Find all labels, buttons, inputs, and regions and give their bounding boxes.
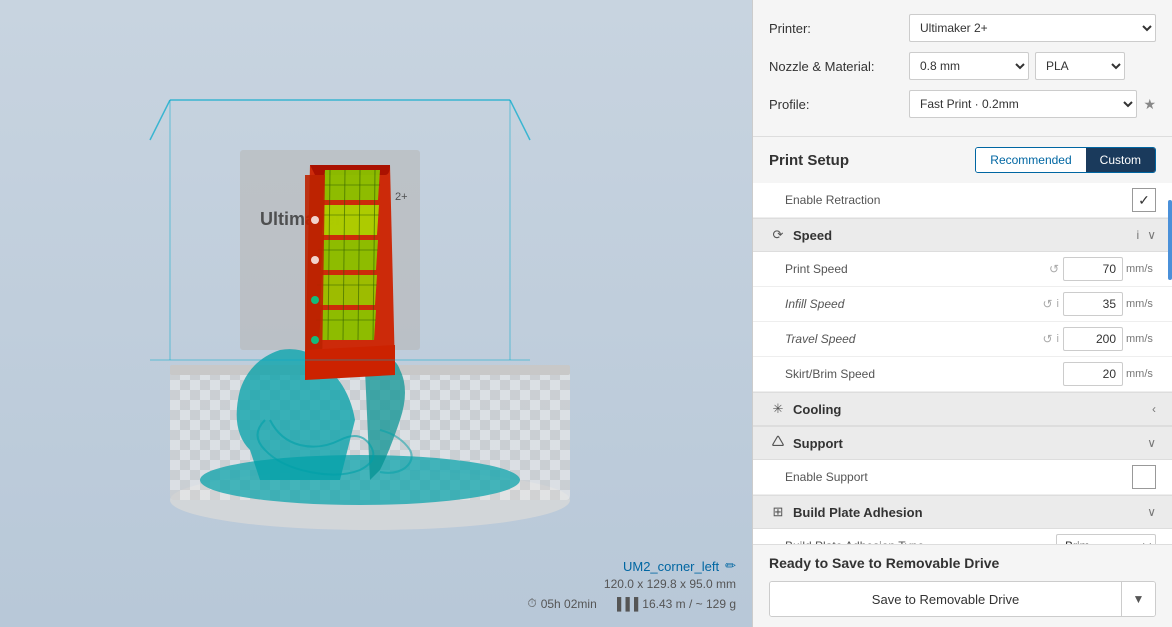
infill-speed-input[interactable] <box>1063 292 1123 316</box>
build-plate-section-header[interactable]: ⊞ Build Plate Adhesion ∨ <box>753 495 1172 529</box>
speed-section-header[interactable]: ⟳ Speed i ∨ <box>753 218 1172 252</box>
travel-speed-input[interactable] <box>1063 327 1123 351</box>
bottom-bar: Ready to Save to Removable Drive Save to… <box>753 544 1172 627</box>
tab-recommended[interactable]: Recommended <box>976 148 1085 172</box>
skirt-brim-speed-value-wrapper: mm/s <box>1063 362 1156 386</box>
print-speed-unit: mm/s <box>1126 263 1156 275</box>
infill-speed-reset-icon[interactable]: ↺ <box>1042 298 1052 310</box>
speed-expand-icon[interactable]: ∨ <box>1147 228 1156 242</box>
cooling-section-actions: ‹ <box>1152 402 1156 416</box>
file-dimensions: 120.0 x 129.8 x 95.0 mm <box>527 577 736 591</box>
nozzle-select[interactable]: 0.8 mm <box>909 52 1029 80</box>
print-time-stat: ⏱ 05h 02min <box>527 596 596 611</box>
print-setup-header: Print Setup Recommended Custom <box>753 137 1172 183</box>
skirt-brim-speed-input[interactable] <box>1063 362 1123 386</box>
tab-group: Recommended Custom <box>975 147 1156 173</box>
skirt-brim-speed-row: Skirt/Brim Speed mm/s <box>753 357 1172 392</box>
profile-label: Profile: <box>769 97 909 112</box>
right-panel: Printer: Ultimaker 2+ Nozzle & Material:… <box>752 0 1172 627</box>
ready-title: Ready to Save to Removable Drive <box>769 555 1156 571</box>
infill-speed-value-wrapper: mm/s <box>1063 292 1156 316</box>
print-speed-row: Print Speed ↺ mm/s <box>753 252 1172 287</box>
print-time-value: 05h 02min <box>541 597 597 611</box>
speed-info-icon[interactable]: i <box>1137 228 1140 242</box>
build-plate-type-select[interactable]: Brim None Skirt Raft <box>1056 534 1156 544</box>
travel-speed-info-icon[interactable]: i <box>1057 333 1059 345</box>
build-plate-icon: ⊞ <box>769 503 787 521</box>
enable-retraction-row: Enable Retraction <box>753 183 1172 218</box>
travel-speed-actions: ↺ i <box>1042 333 1059 345</box>
settings-scroll-area[interactable]: Enable Retraction ⟳ Speed i ∨ Print Spee… <box>753 183 1172 544</box>
file-name-label: UM2_corner_left <box>623 559 719 574</box>
infill-speed-label: Infill Speed <box>785 297 1042 311</box>
profile-row: Profile: Fast Print · 0.2mm ★ <box>769 90 1156 118</box>
support-section-actions: ∨ <box>1147 436 1156 450</box>
infill-speed-row: Infill Speed ↺ i mm/s <box>753 287 1172 322</box>
support-expand-icon[interactable]: ∨ <box>1147 436 1156 450</box>
printer-select[interactable]: Ultimaker 2+ <box>909 14 1156 42</box>
build-plate-section-actions: ∨ <box>1147 505 1156 519</box>
build-plate-section-title: Build Plate Adhesion <box>793 505 1147 520</box>
nozzle-material-row: Nozzle & Material: 0.8 mm PLA <box>769 52 1156 80</box>
travel-speed-label: Travel Speed <box>785 332 1042 346</box>
travel-speed-reset-icon[interactable]: ↺ <box>1042 333 1052 345</box>
speed-icon: ⟳ <box>769 226 787 244</box>
print-speed-input[interactable] <box>1063 257 1123 281</box>
cooling-icon: ✳ <box>769 400 787 418</box>
tab-custom[interactable]: Custom <box>1086 148 1155 172</box>
filament-icon: ▐▐▐ <box>613 597 639 611</box>
clock-icon: ⏱ <box>527 596 536 611</box>
enable-support-label: Enable Support <box>785 470 1132 484</box>
infill-speed-info-icon[interactable]: i <box>1057 298 1059 310</box>
cooling-section-title: Cooling <box>793 402 1152 417</box>
save-btn-dropdown[interactable]: ▼ <box>1121 582 1155 616</box>
enable-retraction-checkbox[interactable] <box>1132 188 1156 212</box>
save-btn-wrapper: Save to Removable Drive ▼ <box>769 581 1156 617</box>
nozzle-material-label: Nozzle & Material: <box>769 59 909 74</box>
support-icon: 🛆 <box>769 434 787 452</box>
print-speed-reset-icon[interactable]: ↺ <box>1049 263 1059 275</box>
file-stats: ⏱ 05h 02min ▐▐▐ 16.43 m / ~ 129 g <box>527 596 736 611</box>
edit-icon[interactable]: ✏ <box>725 558 736 574</box>
star-icon: ★ <box>1143 96 1156 113</box>
printer-settings-section: Printer: Ultimaker 2+ Nozzle & Material:… <box>753 0 1172 137</box>
build-plate-expand-icon[interactable]: ∨ <box>1147 505 1156 519</box>
skirt-brim-speed-label: Skirt/Brim Speed <box>785 367 1059 381</box>
enable-retraction-label: Enable Retraction <box>785 193 1132 207</box>
infill-speed-unit: mm/s <box>1126 298 1156 310</box>
cooling-collapse-icon[interactable]: ‹ <box>1152 402 1156 416</box>
print-speed-actions: ↺ <box>1049 263 1059 275</box>
chevron-down-icon: ▼ <box>1133 592 1145 606</box>
filament-stat: ▐▐▐ 16.43 m / ~ 129 g <box>613 597 736 611</box>
3d-viewport[interactable]: Ultimaker 2+ <box>0 0 752 627</box>
printer-row: Printer: Ultimaker 2+ <box>769 14 1156 42</box>
print-speed-label: Print Speed <box>785 262 1049 276</box>
travel-speed-value-wrapper: mm/s <box>1063 327 1156 351</box>
support-section-title: Support <box>793 436 1147 451</box>
build-plate-type-row: Build Plate Adhesion Type Brim None Skir… <box>753 529 1172 544</box>
travel-speed-unit: mm/s <box>1126 333 1156 345</box>
material-select[interactable]: PLA <box>1035 52 1125 80</box>
enable-support-checkbox[interactable] <box>1132 465 1156 489</box>
print-setup-title: Print Setup <box>769 152 849 169</box>
file-info-panel: UM2_corner_left ✏ 120.0 x 129.8 x 95.0 m… <box>527 558 736 611</box>
infill-speed-actions: ↺ i <box>1042 298 1059 310</box>
printer-label: Printer: <box>769 21 909 36</box>
skirt-brim-speed-unit: mm/s <box>1126 368 1156 380</box>
cooling-section-header[interactable]: ✳ Cooling ‹ <box>753 392 1172 426</box>
svg-text:2+: 2+ <box>395 191 408 203</box>
support-section-header[interactable]: 🛆 Support ∨ <box>753 426 1172 460</box>
scroll-indicator <box>1168 200 1172 280</box>
filament-value: 16.43 m / ~ 129 g <box>642 597 736 611</box>
print-speed-value-wrapper: mm/s <box>1063 257 1156 281</box>
speed-section-actions: i ∨ <box>1137 228 1156 242</box>
speed-section-title: Speed <box>793 228 1137 243</box>
travel-speed-row: Travel Speed ↺ i mm/s <box>753 322 1172 357</box>
profile-select[interactable]: Fast Print · 0.2mm <box>909 90 1137 118</box>
enable-support-row: Enable Support <box>753 460 1172 495</box>
save-button[interactable]: Save to Removable Drive <box>770 582 1121 616</box>
